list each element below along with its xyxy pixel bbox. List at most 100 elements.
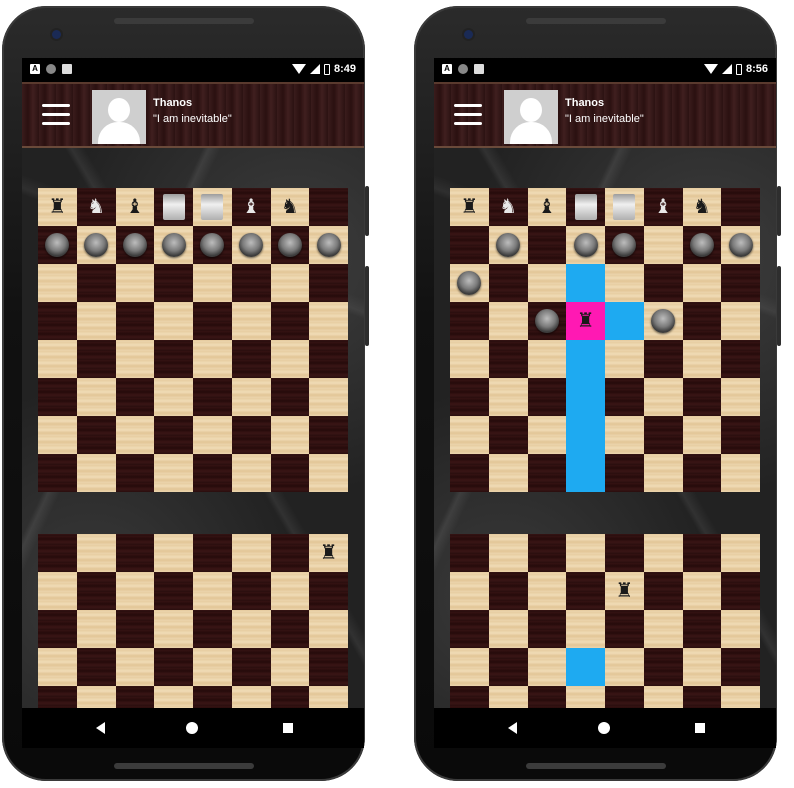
- board-square[interactable]: [566, 188, 605, 226]
- recent-apps-icon[interactable]: [283, 723, 293, 733]
- board-square[interactable]: [154, 340, 193, 378]
- board-square[interactable]: [682, 416, 722, 454]
- board-square[interactable]: [488, 302, 528, 340]
- portrait-piece-icon[interactable]: [613, 194, 636, 220]
- board-square[interactable]: [154, 534, 193, 572]
- board-square[interactable]: [231, 302, 271, 340]
- board-square[interactable]: [154, 416, 193, 454]
- board-square[interactable]: [76, 416, 116, 454]
- board-square[interactable]: [682, 648, 722, 686]
- board-square[interactable]: [566, 610, 605, 648]
- board-square[interactable]: [154, 648, 193, 686]
- board-square[interactable]: [76, 648, 116, 686]
- board-square[interactable]: [605, 264, 644, 302]
- bird-piece-icon[interactable]: ♞: [281, 197, 299, 217]
- board-square[interactable]: [154, 264, 193, 302]
- board-square[interactable]: [270, 340, 310, 378]
- board-square[interactable]: [488, 416, 528, 454]
- board-square[interactable]: [154, 188, 193, 226]
- soldier-piece-icon[interactable]: [689, 233, 714, 257]
- board-square[interactable]: [76, 572, 116, 610]
- board-square[interactable]: [193, 378, 232, 416]
- board-square[interactable]: [154, 610, 193, 648]
- board-square[interactable]: [270, 416, 310, 454]
- board-square[interactable]: [193, 188, 232, 226]
- home-icon[interactable]: [598, 722, 610, 734]
- board-square[interactable]: [527, 340, 567, 378]
- board-square[interactable]: [231, 610, 271, 648]
- board-square[interactable]: [309, 454, 348, 492]
- board-square[interactable]: [450, 534, 489, 572]
- board-square[interactable]: [115, 610, 155, 648]
- board-square[interactable]: [721, 648, 760, 686]
- soldier-piece-icon[interactable]: [45, 233, 70, 257]
- board-square[interactable]: [488, 572, 528, 610]
- board-square[interactable]: [527, 648, 567, 686]
- avatar[interactable]: [92, 90, 146, 144]
- board-square[interactable]: [231, 454, 271, 492]
- board-square[interactable]: [38, 302, 77, 340]
- board-square[interactable]: [309, 340, 348, 378]
- board-square[interactable]: [488, 226, 528, 264]
- board-square[interactable]: [566, 226, 605, 264]
- board-square[interactable]: [76, 340, 116, 378]
- board-square[interactable]: [721, 226, 760, 264]
- board-square[interactable]: [527, 264, 567, 302]
- board-square[interactable]: [309, 572, 348, 610]
- board-square[interactable]: [38, 572, 77, 610]
- soldier-piece-icon[interactable]: [457, 271, 482, 295]
- board-square[interactable]: [682, 610, 722, 648]
- board-square[interactable]: [488, 378, 528, 416]
- board-square[interactable]: [721, 610, 760, 648]
- home-icon[interactable]: [186, 722, 198, 734]
- soldier-piece-icon[interactable]: [239, 233, 264, 257]
- board-square[interactable]: [721, 188, 760, 226]
- board-square[interactable]: [115, 534, 155, 572]
- board-square[interactable]: [527, 610, 567, 648]
- board-square[interactable]: [154, 454, 193, 492]
- portrait-piece-icon[interactable]: [574, 194, 597, 220]
- board-square[interactable]: [566, 264, 605, 302]
- board-square[interactable]: [231, 226, 271, 264]
- board-square[interactable]: [450, 226, 489, 264]
- board-square[interactable]: ♝: [231, 188, 271, 226]
- board-square[interactable]: [450, 572, 489, 610]
- soldier-piece-icon[interactable]: [277, 233, 302, 257]
- board-square[interactable]: [38, 340, 77, 378]
- board-square[interactable]: [193, 302, 232, 340]
- board-square[interactable]: [605, 534, 644, 572]
- board-square[interactable]: [270, 534, 310, 572]
- board-square[interactable]: [566, 454, 605, 492]
- board-square[interactable]: [270, 454, 310, 492]
- rook-piece-icon[interactable]: ♜: [320, 543, 338, 563]
- board-square[interactable]: [76, 534, 116, 572]
- board-square[interactable]: [605, 416, 644, 454]
- board-square[interactable]: [193, 454, 232, 492]
- bird-piece-icon[interactable]: ♞: [499, 197, 517, 217]
- back-icon[interactable]: [96, 722, 105, 734]
- board-square[interactable]: [605, 226, 644, 264]
- board-square[interactable]: [450, 340, 489, 378]
- board-square[interactable]: [643, 416, 683, 454]
- board-square[interactable]: [193, 534, 232, 572]
- board-square[interactable]: [154, 572, 193, 610]
- bird-piece-icon[interactable]: ♞: [693, 197, 711, 217]
- board-square[interactable]: [605, 188, 644, 226]
- bishop-piece-icon[interactable]: ♝: [538, 197, 556, 217]
- board-square[interactable]: [270, 648, 310, 686]
- board-square[interactable]: [721, 416, 760, 454]
- soldier-piece-icon[interactable]: [534, 309, 559, 333]
- board-square[interactable]: [643, 572, 683, 610]
- soldier-piece-icon[interactable]: [316, 233, 341, 257]
- recent-apps-icon[interactable]: [695, 723, 705, 733]
- rook-piece-icon[interactable]: ♜: [48, 197, 66, 217]
- board-square[interactable]: ♜: [450, 188, 489, 226]
- board-square[interactable]: [488, 648, 528, 686]
- board-square[interactable]: [115, 264, 155, 302]
- board-square[interactable]: [38, 378, 77, 416]
- board-square[interactable]: [76, 264, 116, 302]
- board-square[interactable]: [193, 340, 232, 378]
- board-square[interactable]: [643, 378, 683, 416]
- board-square[interactable]: ♞: [76, 188, 116, 226]
- board-square[interactable]: [270, 378, 310, 416]
